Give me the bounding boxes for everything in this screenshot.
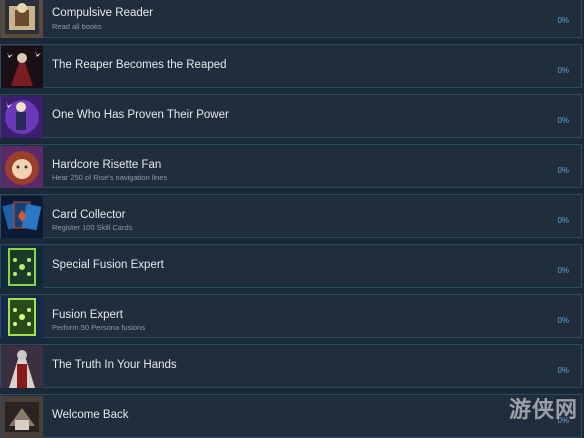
achievement-name: One Who Has Proven Their Power	[52, 109, 229, 121]
risette-icon	[1, 146, 43, 188]
achievement-name: The Reaper Becomes the Reaped	[52, 59, 227, 71]
achievement-percent: 0%	[557, 66, 569, 75]
watermark-logo: 游侠网	[508, 397, 578, 423]
achievement-percent: 0%	[557, 216, 569, 225]
achievement-percent: 0%	[557, 266, 569, 275]
achievement-row[interactable]: The Reaper Becomes the Reaped 0%	[0, 44, 582, 88]
achievement-row[interactable]: The Truth In Your Hands 0%	[0, 344, 582, 388]
achievement-name: Special Fusion Expert	[52, 259, 164, 271]
welcome-back-icon	[1, 396, 43, 438]
reaper-icon	[1, 46, 43, 88]
achievement-description: Read all books	[52, 22, 102, 31]
achievement-description: Hear 250 of Rise's navigation lines	[52, 173, 168, 182]
achievement-percent: 0%	[557, 16, 569, 25]
achievement-percent: 0%	[557, 316, 569, 325]
achievement-row[interactable]: Welcome Back 0%	[0, 394, 582, 438]
truth-icon	[1, 346, 43, 388]
achievement-row[interactable]: Fusion Expert Perform 50 Persona fusions…	[0, 294, 582, 338]
achievement-name: Card Collector	[52, 209, 126, 221]
fusion-icon	[1, 296, 43, 338]
achievement-row[interactable]: One Who Has Proven Their Power 0%	[0, 94, 582, 138]
achievement-name: Welcome Back	[52, 409, 129, 421]
achievement-row[interactable]: Hardcore Risette Fan Hear 250 of Rise's …	[0, 144, 582, 188]
achievement-name: Compulsive Reader	[52, 7, 153, 19]
achievement-row[interactable]: Special Fusion Expert 0%	[0, 244, 582, 288]
special-fusion-icon	[1, 246, 43, 288]
achievement-row[interactable]: Card Collector Register 100 Skill Cards …	[0, 194, 582, 238]
achievement-name: The Truth In Your Hands	[52, 359, 177, 371]
achievement-percent: 0%	[557, 166, 569, 175]
achievement-row[interactable]: Compulsive Reader Read all books 0%	[0, 0, 582, 38]
achievement-description: Perform 50 Persona fusions	[52, 323, 145, 332]
power-icon	[1, 96, 43, 138]
cards-icon	[1, 196, 43, 238]
achievement-name: Fusion Expert	[52, 309, 123, 321]
reader-icon	[1, 0, 43, 38]
achievement-percent: 0%	[557, 366, 569, 375]
achievement-percent: 0%	[557, 116, 569, 125]
achievement-description: Register 100 Skill Cards	[52, 223, 133, 232]
achievement-name: Hardcore Risette Fan	[52, 159, 162, 171]
